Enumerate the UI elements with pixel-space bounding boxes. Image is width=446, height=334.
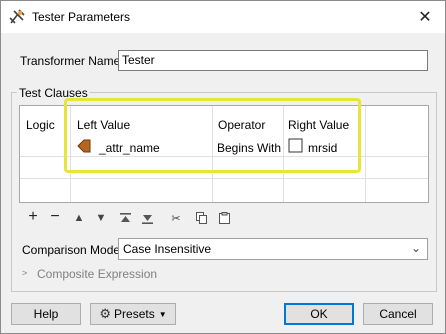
move-top-icon[interactable]: [118, 211, 132, 225]
ok-button[interactable]: OK: [284, 303, 354, 325]
fme-app-icon: [9, 9, 25, 25]
chevron-down-icon: ⌄: [410, 241, 421, 255]
comparison-mode-select[interactable]: Case Insensitive ⌄: [118, 238, 428, 260]
gear-icon: ⚙: [99, 306, 112, 321]
title-bar: Tester Parameters ✕: [1, 1, 445, 33]
comparison-mode-label: Comparison Mode:: [22, 243, 124, 257]
cut-icon[interactable]: ✂: [169, 211, 183, 225]
move-bottom-icon[interactable]: [140, 211, 154, 225]
highlight-box: [64, 98, 361, 173]
chevron-right-icon[interactable]: >: [22, 268, 27, 278]
remove-icon[interactable]: −: [48, 208, 62, 225]
move-up-icon[interactable]: ▲: [72, 211, 86, 225]
caret-down-icon: ▼: [158, 309, 167, 319]
help-button[interactable]: Help: [11, 303, 81, 325]
dialog-window: Tester Parameters ✕ Transformer Name: Te…: [0, 0, 446, 334]
cancel-button[interactable]: Cancel: [363, 303, 433, 325]
cancel-button-label: Cancel: [379, 307, 417, 321]
row-divider: [20, 178, 428, 179]
comparison-mode-value: Case Insensitive: [123, 242, 212, 256]
add-icon[interactable]: +: [26, 208, 40, 225]
close-icon[interactable]: ✕: [405, 1, 445, 32]
transformer-name-label: Transformer Name:: [20, 54, 124, 68]
presets-button-label: Presets: [114, 307, 155, 321]
presets-button[interactable]: ⚙ Presets ▼: [90, 303, 176, 325]
help-button-label: Help: [33, 307, 59, 321]
move-down-icon[interactable]: ▼: [94, 211, 108, 225]
transformer-name-input[interactable]: Tester: [118, 50, 428, 71]
column-divider: [365, 106, 366, 202]
ok-button-label: OK: [310, 307, 328, 321]
window-title: Tester Parameters: [32, 10, 131, 24]
column-header-logic[interactable]: Logic: [26, 118, 55, 132]
paste-icon[interactable]: [217, 211, 231, 225]
composite-expression-toggle[interactable]: Composite Expression: [37, 267, 157, 281]
copy-icon[interactable]: [194, 211, 208, 225]
